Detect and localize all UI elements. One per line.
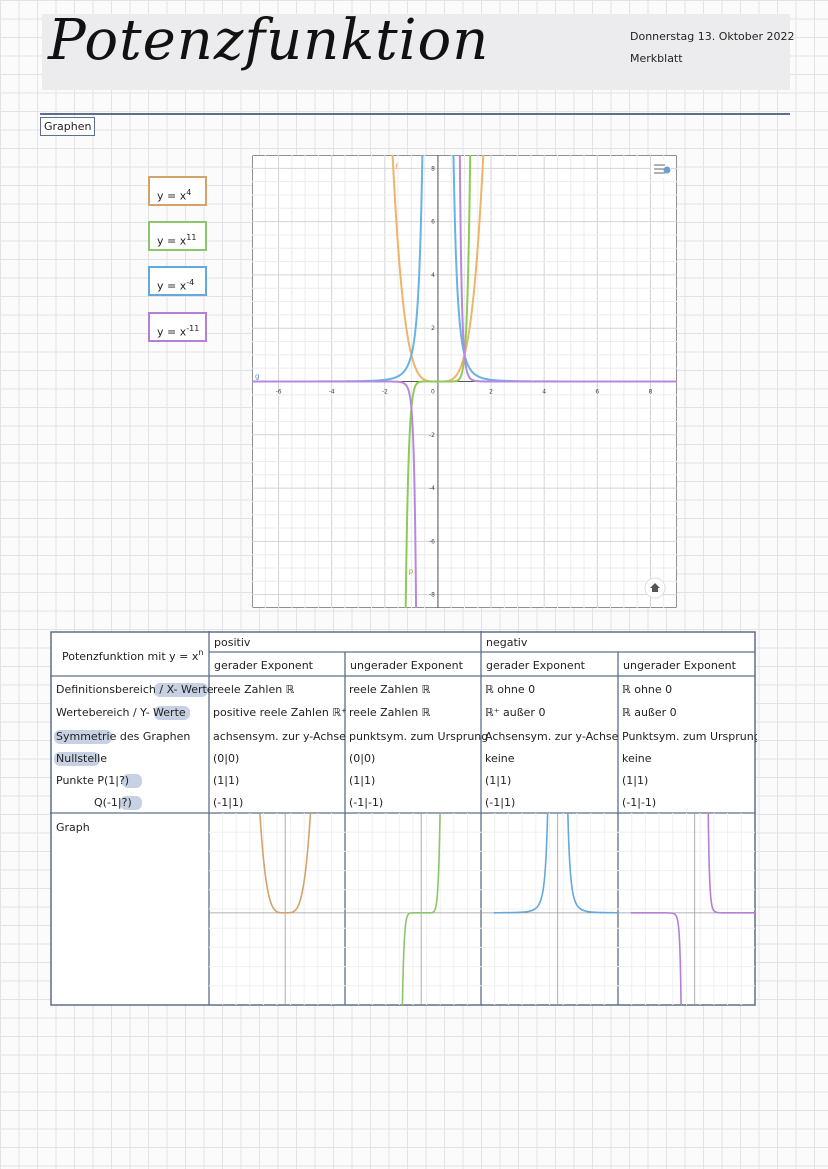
x-tick-label: 6 (595, 389, 599, 396)
table-cell: keine (622, 752, 652, 765)
table-cell: (0|0) (349, 752, 375, 765)
row-label: Wertebereich / Y- Werte (56, 706, 186, 719)
y-tick-label: -8 (429, 592, 435, 599)
legend-exponent: 4 (186, 188, 192, 197)
table-cell: Achsensym. zur y-Achse (485, 730, 619, 743)
row-label: Punkte P(1|?) (56, 774, 129, 787)
table-cell: reele Zahlen ℝ (213, 683, 295, 696)
x-tick-label: 8 (649, 389, 653, 396)
x-tick-label: -4 (329, 389, 335, 396)
page-title: Potenzfunktion (48, 8, 490, 73)
y-tick-label: 4 (431, 272, 435, 279)
x-tick-label: -6 (276, 389, 282, 396)
legend-item: y = x-11 (148, 312, 207, 342)
legend-item: y = x11 (148, 221, 207, 251)
table-cell: (1|1) (485, 774, 511, 787)
legend-exponent: -11 (186, 324, 200, 333)
table-cell: (1|1) (622, 774, 648, 787)
column-header: ungerader Exponent (623, 659, 737, 672)
curve-label-g: g (255, 373, 259, 381)
date-label: Donnerstag 13. Oktober 2022 (630, 30, 795, 43)
table-header-text: Potenzfunktion mit y = x (62, 650, 199, 663)
table-cell: ℝ außer 0 (622, 706, 677, 719)
table-cell: punktsym. zum Ursprung (349, 730, 488, 743)
row-label: Nullstelle (56, 752, 107, 765)
table-cell: reele Zahlen ℝ (349, 683, 431, 696)
table-header-label: Potenzfunktion mit y = xn (62, 648, 203, 663)
table-cell: ℝ ohne 0 (485, 683, 535, 696)
table-cell: ℝ⁺ außer 0 (485, 706, 545, 719)
home-icon[interactable] (644, 577, 666, 599)
properties-table: Potenzfunktion mit y = xn positiv negativ g… (50, 631, 757, 1006)
legend-item: y = x4 (148, 176, 207, 206)
row-label: Definitionsbereich / X- Werte (56, 683, 214, 696)
y-tick-label: 2 (431, 325, 435, 332)
table-cell: keine (485, 752, 515, 765)
x-tick-label: -2 (382, 389, 388, 396)
table-cell: positive reele Zahlen ℝ⁺ (213, 706, 347, 719)
function-graph[interactable]: -6 -4 -2 0 2 4 6 88642-2-4-6-8fgp (252, 155, 677, 608)
graph-settings-icon[interactable] (651, 160, 671, 178)
table-header-exponent: n (198, 648, 203, 657)
table-cell: (-1|-1) (622, 796, 656, 809)
table-cell: achsensym. zur y-Achse (213, 730, 346, 743)
table-cell: (-1|1) (485, 796, 515, 809)
section-tag-graphen: Graphen (40, 117, 96, 136)
legend-formula: y = x (157, 234, 187, 248)
header-divider (40, 113, 790, 115)
row-label: Symmetrie des Graphen (56, 730, 190, 743)
legend-formula: y = x (157, 325, 187, 339)
legend-formula: y = x (157, 279, 187, 293)
legend-item: y = x-4 (148, 266, 207, 296)
column-header: ungerader Exponent (350, 659, 464, 672)
curve-label-p: p (409, 567, 414, 575)
table-cell: (1|1) (213, 774, 239, 787)
y-tick-label: -4 (429, 485, 435, 492)
y-tick-label: 8 (431, 165, 435, 172)
x-tick-label: 4 (542, 389, 546, 396)
column-header: gerader Exponent (486, 659, 586, 672)
row-label-graph: Graph (56, 821, 90, 834)
table-cell: (-1|-1) (349, 796, 383, 809)
legend-exponent: 11 (186, 233, 197, 242)
table-cell: ℝ ohne 0 (622, 683, 672, 696)
column-header: gerader Exponent (214, 659, 314, 672)
table-cell: (0|0) (213, 752, 239, 765)
group-negative: negativ (486, 636, 528, 649)
x-tick-label: 2 (489, 389, 493, 396)
y-tick-label: -6 (429, 538, 435, 545)
table-cell: reele Zahlen ℝ (349, 706, 431, 719)
group-positive: positiv (214, 636, 251, 649)
settings-icon-dot (663, 166, 671, 174)
table-cell: (1|1) (349, 774, 375, 787)
x-tick-label: 0 (431, 389, 435, 396)
table-cell: Punktsym. zum Ursprung (622, 730, 757, 743)
legend-exponent: -4 (186, 278, 195, 287)
row-label: Q(-1|?) (94, 796, 132, 809)
legend-formula: y = x (157, 189, 187, 203)
note-label: Merkblatt (630, 52, 683, 65)
table-cell: (-1|1) (213, 796, 243, 809)
y-tick-label: 6 (431, 219, 435, 226)
y-tick-label: -2 (429, 432, 435, 439)
